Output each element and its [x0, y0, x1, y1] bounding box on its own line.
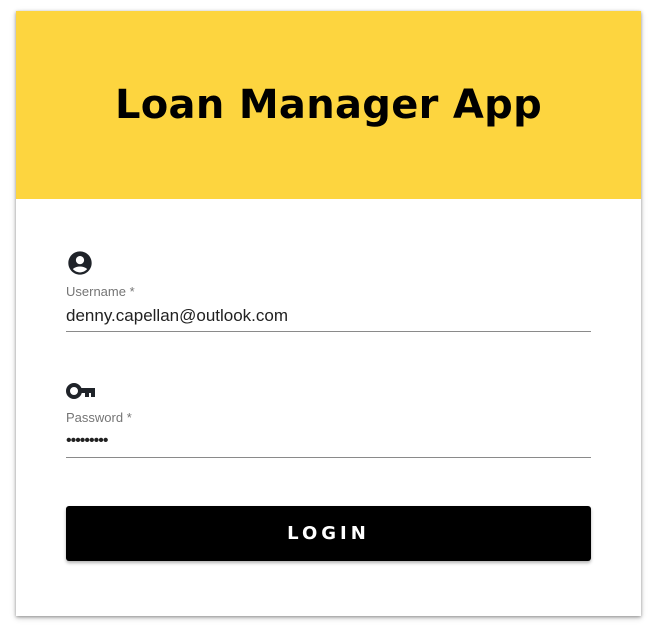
app-header: Loan Manager App [16, 11, 641, 199]
app-title: Loan Manager App [114, 82, 543, 128]
password-underline [66, 457, 591, 458]
login-card: Loan Manager App Username * denny.capell… [16, 11, 641, 616]
login-button[interactable]: LOGIN [66, 506, 591, 561]
account-circle-icon [66, 249, 94, 277]
password-input[interactable]: ••••••••• [66, 432, 108, 450]
key-icon [66, 377, 95, 405]
username-underline [66, 331, 591, 332]
username-label: Username * [66, 284, 135, 299]
username-input[interactable]: denny.capellan@outlook.com [66, 306, 288, 326]
password-field[interactable]: Password * ••••••••• [66, 375, 591, 461]
password-label: Password * [66, 410, 132, 425]
username-field[interactable]: Username * denny.capellan@outlook.com [66, 249, 591, 335]
